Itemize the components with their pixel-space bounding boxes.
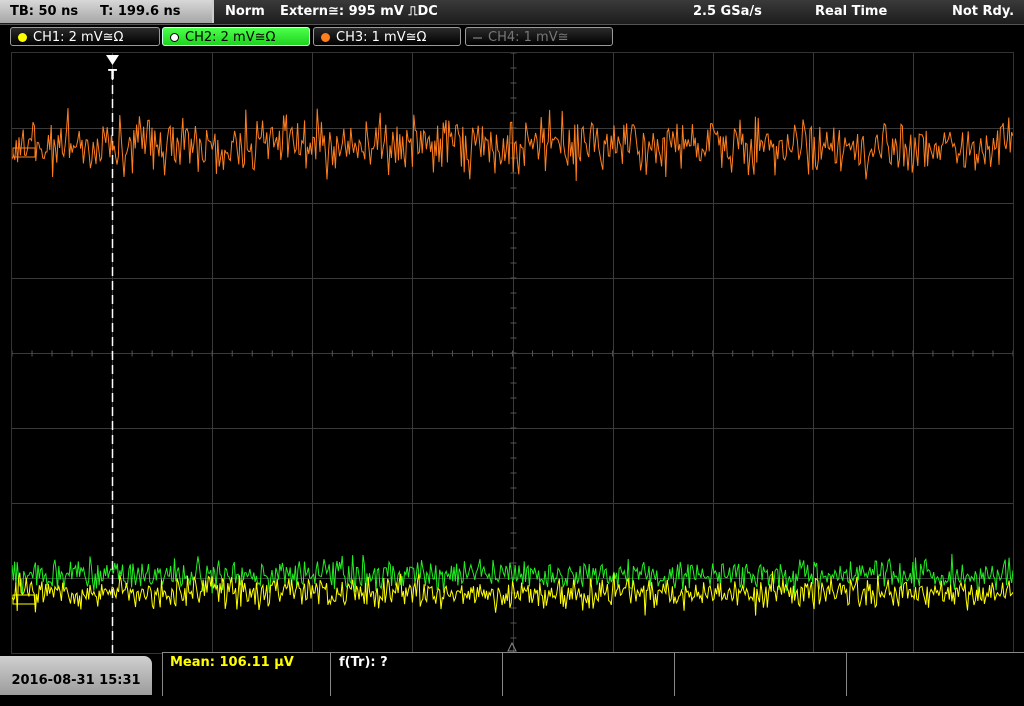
timebase-value: TB: 50 ns — [10, 4, 79, 19]
trigger-marker-label: T — [108, 68, 117, 83]
measurement-cell-ftr[interactable]: f(Tr): ? — [330, 653, 503, 696]
measurement-cell-empty-2[interactable] — [674, 653, 847, 696]
waveform-display[interactable]: T — [11, 52, 1014, 654]
measurement-cell-empty-3[interactable] — [846, 653, 1024, 696]
channel-2-indicator-icon — [170, 33, 179, 42]
channel-1-indicator-icon — [18, 33, 27, 42]
ftr-measurement: f(Tr): ? — [339, 655, 388, 670]
channel-4-tab[interactable]: CH4: 1 mV≅ — [465, 27, 613, 46]
mean-measurement: Mean: 106.11 µV — [170, 655, 294, 670]
channel-4-off-icon — [473, 37, 482, 39]
measurement-cell-mean[interactable]: Mean: 106.11 µV — [162, 653, 331, 696]
channel-bar: CH1: 2 mV≅Ω CH2: 2 mV≅Ω CH3: 1 mV≅Ω CH4:… — [0, 25, 1024, 50]
channel-2-tab[interactable]: CH2: 2 mV≅Ω — [162, 27, 310, 46]
trigger-state: Not Rdy. — [952, 4, 1015, 19]
channel-3-trace — [12, 108, 1013, 182]
measurement-bar: Mean: 106.11 µV f(Tr): ? — [162, 652, 1024, 696]
trigger-mode[interactable]: Norm — [225, 0, 265, 24]
timebase-panel[interactable]: TB: 50 ns T: 199.6 ns — [0, 0, 214, 23]
channel-2-label: CH2: 2 mV≅Ω — [185, 30, 276, 45]
waveform-canvas: T — [12, 53, 1013, 653]
horizontal-position-icon — [507, 641, 517, 652]
channel-3-tab[interactable]: CH3: 1 mV≅Ω — [313, 27, 461, 46]
sample-rate: 2.5 GSa/s — [693, 4, 762, 19]
channel-3-indicator-icon — [321, 33, 330, 42]
measurement-cell-empty-1[interactable] — [502, 653, 675, 696]
datetime-panel: 2016-08-31 15:31 — [0, 656, 152, 695]
channel-1-label: CH1: 2 mV≅Ω — [33, 30, 124, 45]
acquisition-mode: Real Time — [815, 4, 888, 19]
channel-1-tab[interactable]: CH1: 2 mV≅Ω — [10, 27, 160, 46]
status-bar: TB: 50 ns T: 199.6 ns Norm Extern≅: 995 … — [0, 0, 1024, 25]
channel-3-label: CH3: 1 mV≅Ω — [336, 30, 427, 45]
trigger-time-value: T: 199.6 ns — [100, 4, 181, 19]
channel-4-label: CH4: 1 mV≅ — [488, 30, 569, 45]
trigger-source[interactable]: Extern≅: 995 mV ⎍DC — [280, 0, 438, 24]
trigger-position-icon — [106, 55, 119, 65]
datetime-value: 2016-08-31 15:31 — [11, 673, 141, 688]
